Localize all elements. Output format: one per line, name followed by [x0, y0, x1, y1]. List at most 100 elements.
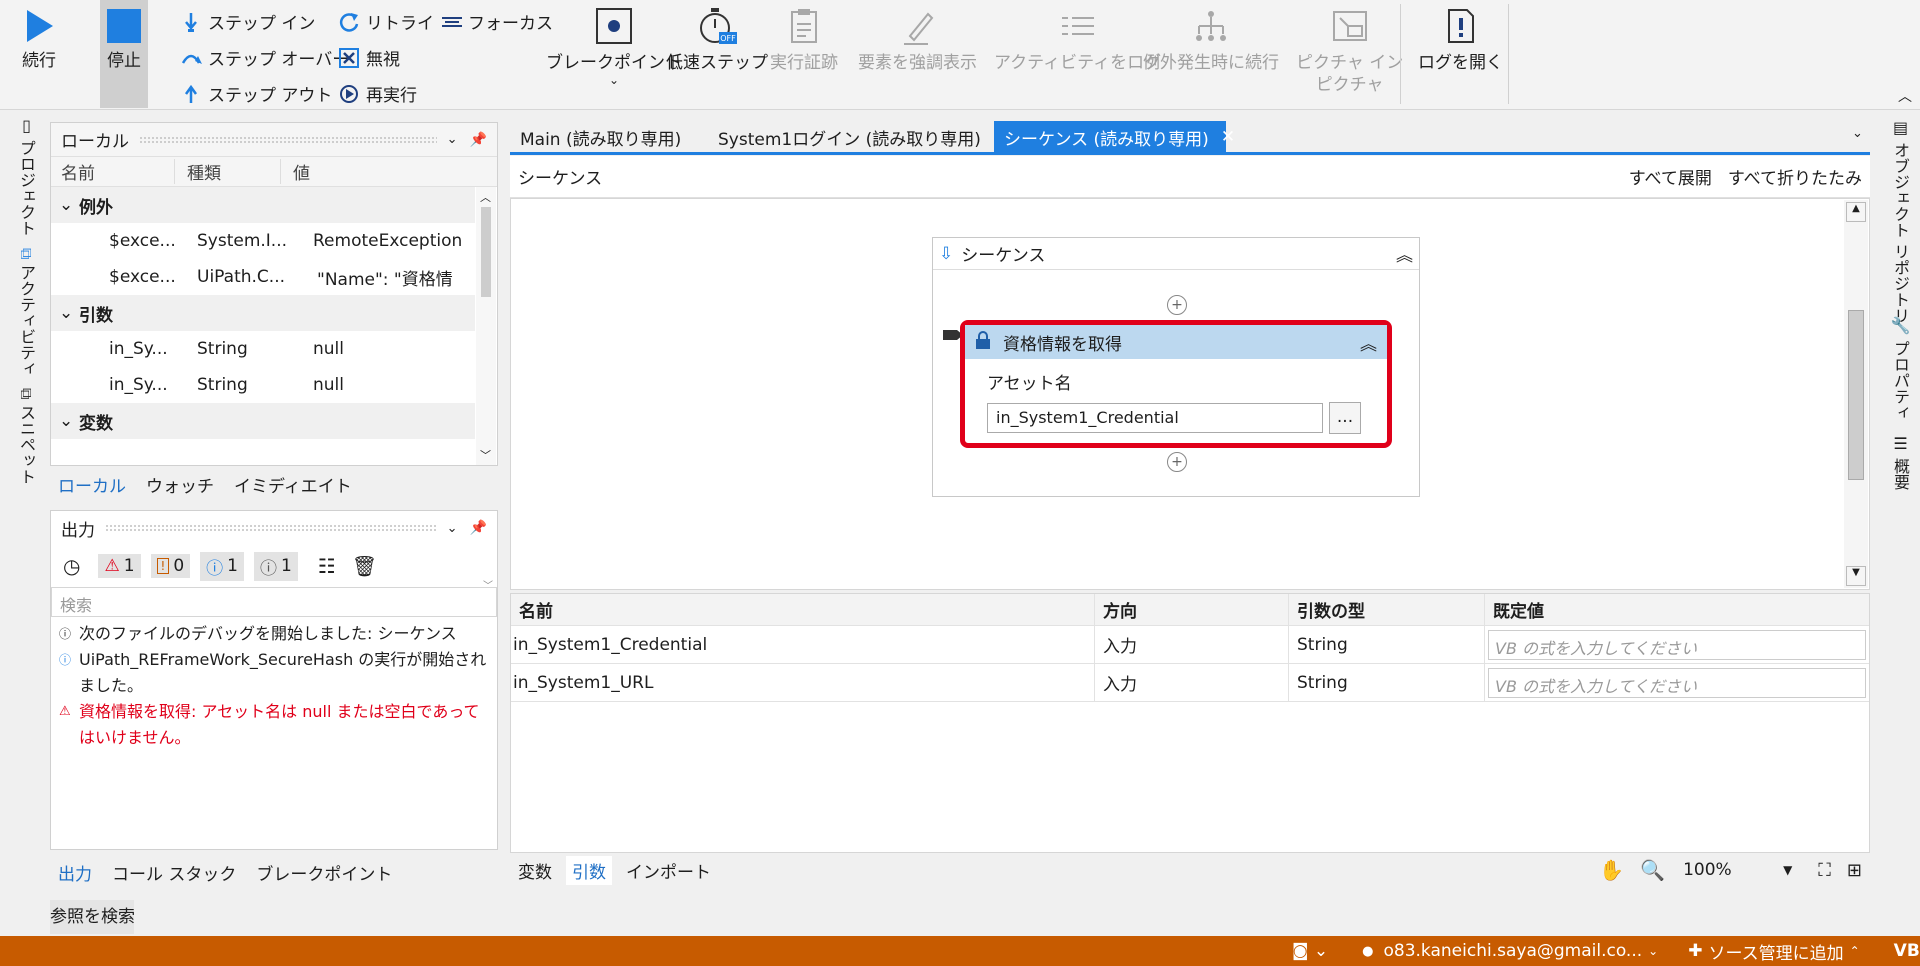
locals-group-arguments[interactable]: ⌄ 引数: [51, 295, 475, 331]
chevron-down-icon[interactable]: ▼: [1783, 863, 1792, 877]
project-panel-tab[interactable]: ▯ プロジェクト: [14, 116, 38, 236]
tab-breakpoints[interactable]: ブレークポイント: [256, 860, 392, 885]
find-references-label[interactable]: 参照を検索: [50, 902, 135, 927]
restart-button[interactable]: 再実行: [338, 81, 417, 106]
picture-in-picture-button[interactable]: ピクチャ イン ピクチャ: [1296, 6, 1403, 96]
argument-default-input[interactable]: VB の式を入力してください: [1488, 667, 1866, 698]
log-activities-button[interactable]: アクティビティをログ: [994, 6, 1161, 74]
chevron-down-icon[interactable]: ⌄: [1648, 944, 1658, 958]
get-credential-activity[interactable]: 資格情報を取得 ︽ アセット名 in_System1_Credential ..…: [960, 320, 1392, 448]
argument-direction[interactable]: 入力: [1095, 664, 1289, 701]
errors-filter[interactable]: ⚠ 1: [98, 554, 141, 578]
sort-list-icon[interactable]: ☷: [318, 554, 336, 578]
scroll-up-icon[interactable]: ▲: [1846, 202, 1866, 222]
record-icon[interactable]: ◙ ⌄: [1292, 941, 1328, 961]
tab-immediate[interactable]: イミディエイト: [234, 472, 352, 497]
locals-group-variables[interactable]: ⌄ 変数: [51, 403, 475, 439]
slow-step-button[interactable]: OFF 低速ステップ: [666, 6, 768, 74]
execution-trail-button[interactable]: 実行証跡: [770, 6, 838, 74]
breakpoint-button[interactable]: ブレークポイント ⌄: [546, 6, 682, 86]
argument-name[interactable]: in_System1_Credential: [511, 626, 1095, 663]
locals-group-exception[interactable]: ⌄ 例外: [51, 187, 475, 223]
table-row[interactable]: in_Sy... String null: [51, 367, 475, 403]
collapse-icon[interactable]: ︽: [1396, 241, 1413, 266]
chevron-down-icon[interactable]: ⌄: [447, 521, 458, 536]
tab-variables[interactable]: 変数: [518, 858, 552, 883]
pin-icon[interactable]: 📌: [470, 132, 487, 148]
zoom-level[interactable]: 100%: [1683, 860, 1783, 880]
expand-all-button[interactable]: すべて展開: [1629, 164, 1712, 189]
tab-locals[interactable]: ローカル: [58, 472, 126, 497]
tab-system1-login[interactable]: System1ログイン (読み取り専用): [708, 121, 991, 153]
add-activity-icon[interactable]: +: [1167, 452, 1187, 472]
hand-icon[interactable]: ✋: [1599, 858, 1624, 882]
trash-icon[interactable]: 🗑: [352, 554, 377, 578]
fit-to-screen-icon[interactable]: ⛶: [1818, 860, 1831, 881]
tab-main[interactable]: Main (読み取り専用): [510, 121, 691, 153]
object-repository-tab[interactable]: ▤ オブジェクト リポジトリ: [1888, 118, 1912, 323]
table-row[interactable]: $exce... UiPath.C... "Name": "資格情: [51, 259, 475, 295]
overview-icon[interactable]: ⊞: [1847, 860, 1862, 881]
open-logs-button[interactable]: ログを開く: [1418, 6, 1503, 74]
pin-icon[interactable]: 📌: [470, 520, 487, 536]
info-filter[interactable]: ⓘ 1: [200, 551, 244, 581]
designer-scrollbar[interactable]: ▲ ▼: [1844, 200, 1868, 588]
clock-icon[interactable]: ◷: [63, 554, 80, 578]
continue-on-exception-button[interactable]: 例外発生時に続行: [1143, 6, 1279, 74]
add-to-source-control[interactable]: ソース管理に追加: [1708, 939, 1843, 964]
ribbon-collapse-icon[interactable]: ︿: [1898, 86, 1912, 106]
locals-scroll-thumb[interactable]: [481, 207, 491, 297]
collapse-icon[interactable]: ︽: [1360, 330, 1377, 355]
outline-tab[interactable]: ☰ 概要: [1888, 434, 1912, 490]
argument-type[interactable]: String: [1289, 664, 1485, 701]
tab-overflow-chevron-icon[interactable]: ⌄: [1852, 126, 1863, 141]
tab-arguments[interactable]: 引数: [566, 855, 612, 885]
table-row[interactable]: in_System1_URL 入力 String VB の式を入力してください: [511, 664, 1869, 702]
tab-output[interactable]: 出力: [58, 860, 92, 885]
ignore-button[interactable]: 無視: [338, 45, 400, 70]
browse-button[interactable]: ...: [1329, 402, 1361, 434]
list-item[interactable]: ⚠ 資格情報を取得: アセット名は null または空白であってはいけません。: [59, 699, 489, 751]
tab-imports[interactable]: インポート: [626, 858, 711, 883]
step-in-button[interactable]: ステップ イン: [180, 9, 315, 34]
tab-sequence[interactable]: シーケンス (読み取り専用) ✕: [994, 121, 1235, 153]
chevron-up-icon[interactable]: ⌃: [1850, 944, 1860, 958]
argument-type[interactable]: String: [1289, 626, 1485, 663]
step-over-button[interactable]: ステップ オーバー: [180, 45, 349, 70]
focus-button[interactable]: フォーカス: [440, 9, 553, 34]
list-item[interactable]: ⓘ UiPath_REFrameWork_SecureHash の実行が開始されま…: [59, 647, 489, 699]
warnings-filter[interactable]: ! 0: [150, 554, 191, 578]
table-row[interactable]: $exce... System.I... RemoteException: [51, 223, 475, 259]
table-row[interactable]: in_Sy... String null: [51, 331, 475, 367]
chevron-down-icon[interactable]: ⌄: [447, 132, 458, 147]
locals-scrollbar[interactable]: ︿ ﹀: [476, 187, 496, 465]
step-out-button[interactable]: ステップ アウト: [180, 81, 332, 106]
argument-default-input[interactable]: VB の式を入力してください: [1488, 629, 1866, 660]
account-label[interactable]: o83.kaneichi.saya@gmail.co...: [1384, 941, 1643, 961]
designer-scroll-thumb[interactable]: [1848, 310, 1864, 480]
table-row[interactable]: in_System1_Credential 入力 String VB の式を入力…: [511, 626, 1869, 664]
collapse-all-button[interactable]: すべて折りたたみ: [1728, 164, 1862, 189]
scroll-down-icon[interactable]: ▼: [1846, 566, 1866, 586]
tab-call-stack[interactable]: コール スタック: [112, 860, 236, 885]
argument-direction[interactable]: 入力: [1095, 626, 1289, 663]
close-icon[interactable]: ✕: [1221, 127, 1235, 147]
tab-watch[interactable]: ウォッチ: [146, 472, 214, 497]
argument-name[interactable]: in_System1_URL: [511, 664, 1095, 701]
trace-filter[interactable]: ⓘ 1: [254, 551, 298, 581]
properties-tab[interactable]: 🔧 プロパティ: [1888, 316, 1912, 421]
asset-name-input[interactable]: in_System1_Credential: [987, 403, 1323, 433]
activities-panel-tab[interactable]: ⧉ アクティビティ: [14, 248, 38, 377]
snippets-panel-tab[interactable]: ⧉ スニペット: [14, 388, 38, 485]
breadcrumb[interactable]: シーケンス: [518, 164, 602, 189]
stop-button[interactable]: 停止: [100, 0, 148, 108]
search-icon[interactable]: 🔍: [1640, 858, 1665, 882]
continue-button[interactable]: 続行: [22, 8, 56, 72]
list-item[interactable]: ⓘ 次のファイルのデバッグを開始しました: シーケンス: [59, 621, 489, 647]
retry-button[interactable]: リトライ: [338, 9, 434, 34]
output-search-input[interactable]: 検索: [51, 587, 497, 617]
step-out-label: ステップ アウト: [208, 86, 333, 106]
highlight-elements-button[interactable]: 要素を強調表示: [858, 6, 977, 74]
locals-tabs: ローカル ウォッチ イミディエイト: [58, 472, 372, 497]
add-activity-icon[interactable]: +: [1167, 295, 1187, 315]
